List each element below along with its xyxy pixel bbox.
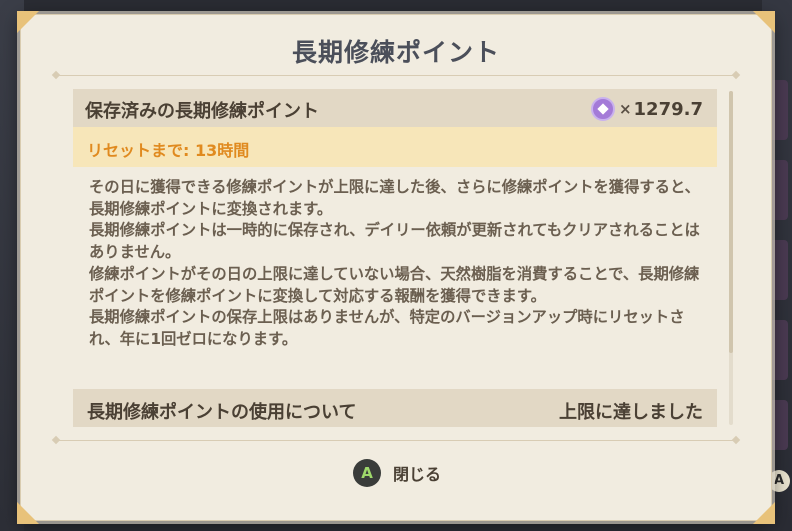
- description-paragraph: 修練ポイントがその日の上限に達していない場合、天然樹脂を消費することで、長期修練…: [89, 264, 700, 305]
- scrollbar-thumb[interactable]: [729, 91, 733, 353]
- description-paragraph: その日に獲得できる修練ポイントが上限に達した後、さらに修練ポイントを獲得すると、…: [89, 178, 700, 218]
- stored-points-label: 保存済みの長期修練ポイント: [85, 101, 319, 122]
- corner-ornament: [753, 11, 775, 33]
- stored-points-amount: 1279.7: [633, 98, 703, 120]
- usage-label: 長期修練ポイントの使用について: [87, 402, 357, 423]
- stored-points-row: 保存済みの長期修練ポイント × 1279.7: [73, 89, 717, 127]
- close-button-label: 閉じる: [393, 465, 442, 484]
- description-paragraph: 長期修練ポイントは一時的に保存され、デイリー依頼が更新されてもクリアされることは…: [89, 221, 700, 262]
- purple-star-icon: [590, 97, 615, 121]
- description-text: その日に獲得できる修練ポイントが上限に達した後、さらに修練ポイントを獲得すると、…: [89, 177, 709, 351]
- usage-status: 上限に達しました: [559, 402, 703, 423]
- close-button[interactable]: A 閉じる: [353, 457, 441, 489]
- usage-row: 長期修練ポイントの使用について 上限に達しました: [73, 389, 717, 427]
- description-paragraph: 長期修練ポイントの保存上限はありませんが、特定のバージョンアップ時にリセットされ…: [89, 308, 685, 348]
- long-term-training-dialog: 長期修練ポイント 保存済みの長期修練ポイント × 1279.7 リセットまで: …: [17, 11, 775, 524]
- content-scrollbar[interactable]: [729, 91, 733, 425]
- reset-timer-row: リセットまで: 13時間: [73, 127, 717, 167]
- corner-ornament: [17, 502, 39, 524]
- top-divider: [51, 70, 741, 80]
- a-button-icon: A: [353, 459, 381, 487]
- corner-ornament: [753, 502, 775, 524]
- multiplier-sign: ×: [618, 100, 632, 118]
- corner-ornament: [17, 11, 39, 33]
- reset-timer-label: リセットまで: 13時間: [87, 141, 250, 160]
- stored-points-value: × 1279.7: [590, 97, 703, 121]
- dialog-title: 長期修練ポイント: [291, 38, 500, 67]
- bottom-divider: [51, 435, 741, 445]
